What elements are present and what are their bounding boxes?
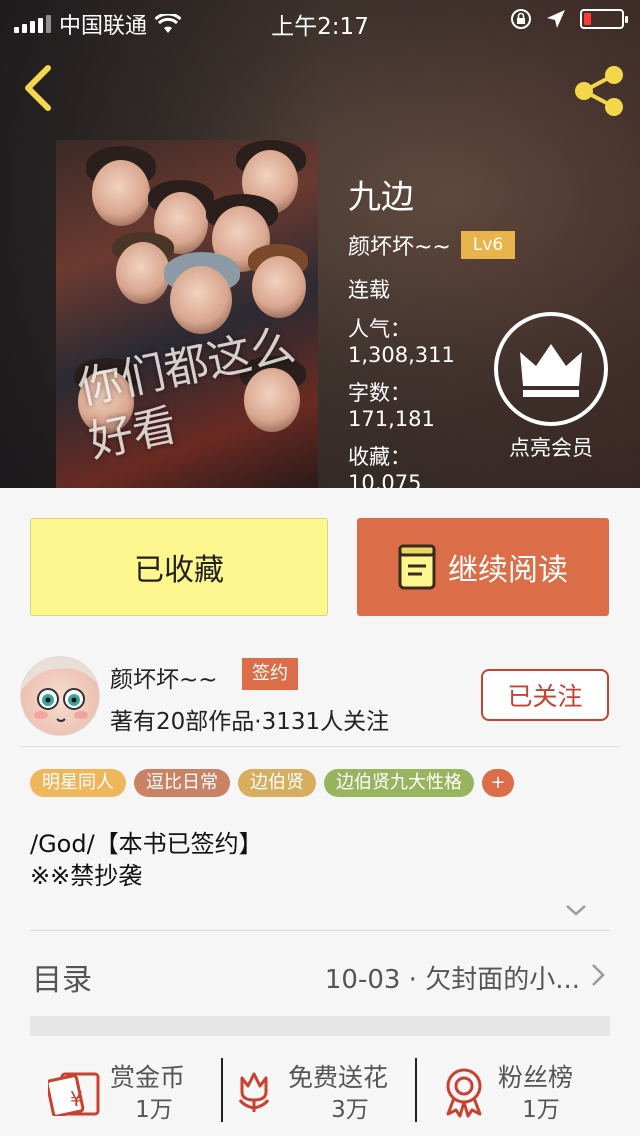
flowers-label: 免费送花	[288, 1063, 389, 1092]
bottom-action-bar: ¥ 赏金币 1万 免费送花 3万 粉丝榜 1万	[0, 1048, 640, 1136]
table-of-contents-row[interactable]: 目录 10-03 · 欠封面的小...	[30, 931, 610, 1017]
send-flowers-button[interactable]: 免费送花 3万	[230, 1058, 414, 1128]
tag-list: 明星同人 逗比日常 边伯贤 边伯贤九大性格 +	[30, 769, 514, 797]
crown-icon	[520, 344, 582, 397]
author-row: 颜坏坏~~ 签约 著有20部作品·3131人关注 已关注	[20, 656, 620, 746]
separator	[415, 1058, 417, 1122]
header-author-name[interactable]: 颜坏坏~~	[348, 229, 451, 261]
book-header: 中国联通 上午2:17 你们都这么好看 九边 颜坏坏~~ Lv6 连载 人气： …	[0, 0, 640, 488]
word-count-value: 171,181	[348, 407, 435, 431]
book-status: 连载	[348, 278, 390, 302]
latest-chapter: 10-03 · 欠封面的小...	[324, 965, 580, 995]
word-count-stat: 字数： 171,181	[348, 380, 435, 432]
back-button[interactable]	[18, 62, 62, 114]
author-stats: 著有20部作品·3131人关注	[110, 709, 390, 735]
location-arrow-icon	[547, 10, 565, 28]
book-cover[interactable]: 你们都这么好看	[56, 140, 318, 488]
tag-item[interactable]: 明星同人	[30, 769, 126, 797]
tag-item[interactable]: 逗比日常	[134, 769, 230, 797]
collect-label: 已收藏	[134, 553, 224, 588]
share-button[interactable]	[570, 64, 630, 118]
popularity-label: 人气：	[348, 317, 411, 341]
tag-item[interactable]: 边伯贤九大性格	[324, 769, 474, 797]
follow-label: 已关注	[507, 682, 583, 711]
tag-item[interactable]: 边伯贤	[238, 769, 316, 797]
toc-label: 目录	[32, 963, 92, 998]
author-name[interactable]: 颜坏坏~~	[110, 660, 218, 694]
chevron-left-icon	[25, 65, 51, 111]
continue-reading-button[interactable]: 继续阅读	[357, 518, 609, 616]
cover-title-art: 你们都这么好看	[73, 319, 300, 468]
book-title: 九边	[348, 177, 414, 216]
description-line: /God/【本书已签约】	[30, 830, 263, 858]
separator	[221, 1058, 223, 1122]
reward-label: 赏金币	[110, 1063, 186, 1092]
status-bar: 中国联通 上午2:17	[0, 0, 640, 40]
chevron-right-icon	[592, 964, 605, 986]
continue-reading-label: 继续阅读	[448, 553, 568, 588]
avatar-illustration	[21, 657, 99, 722]
level-badge: Lv6	[460, 231, 516, 259]
share-icon	[575, 66, 623, 116]
favorites-label: 收藏：	[348, 445, 411, 469]
divider	[20, 746, 620, 747]
reward-count: 1万	[135, 1097, 173, 1123]
fan-ranking-button[interactable]: 粉丝榜 1万	[440, 1058, 600, 1128]
expand-description-button[interactable]	[564, 900, 588, 920]
favorites-stat: 收藏： 10,075	[348, 444, 421, 488]
fan-ranking-count: 1万	[522, 1097, 560, 1123]
vip-button[interactable]	[494, 312, 608, 426]
favorites-value: 10,075	[348, 471, 422, 488]
reward-coins-button[interactable]: ¥ 赏金币 1万	[48, 1058, 204, 1128]
avatar[interactable]	[20, 656, 100, 736]
fan-ranking-label: 粉丝榜	[498, 1063, 574, 1092]
more-tags-button[interactable]: +	[482, 769, 514, 797]
section-separator	[30, 1016, 610, 1036]
signed-badge: 签约	[242, 658, 298, 690]
collect-button[interactable]: 已收藏	[30, 518, 328, 616]
description-line: ※※禁抄袭	[30, 862, 143, 890]
header-author: 颜坏坏~~ Lv6	[348, 229, 516, 261]
flowers-count: 3万	[331, 1097, 369, 1123]
popularity-stat: 人气： 1,308,311	[348, 316, 455, 368]
follow-button[interactable]: 已关注	[481, 669, 609, 721]
chevron-down-icon	[566, 905, 586, 916]
word-count-label: 字数：	[348, 381, 411, 405]
rotation-lock-icon	[511, 9, 531, 29]
vip-label[interactable]: 点亮会员	[496, 432, 606, 462]
book-description: /God/【本书已签约】 ※※禁抄袭	[30, 828, 263, 892]
book-icon	[398, 544, 436, 590]
popularity-value: 1,308,311	[348, 343, 455, 367]
book-detail-panel: 已收藏 继续阅读 颜坏坏~~ 签约 著有20部作品·3131人关注 已关注 明星…	[0, 488, 640, 1136]
battery-icon	[580, 9, 628, 29]
